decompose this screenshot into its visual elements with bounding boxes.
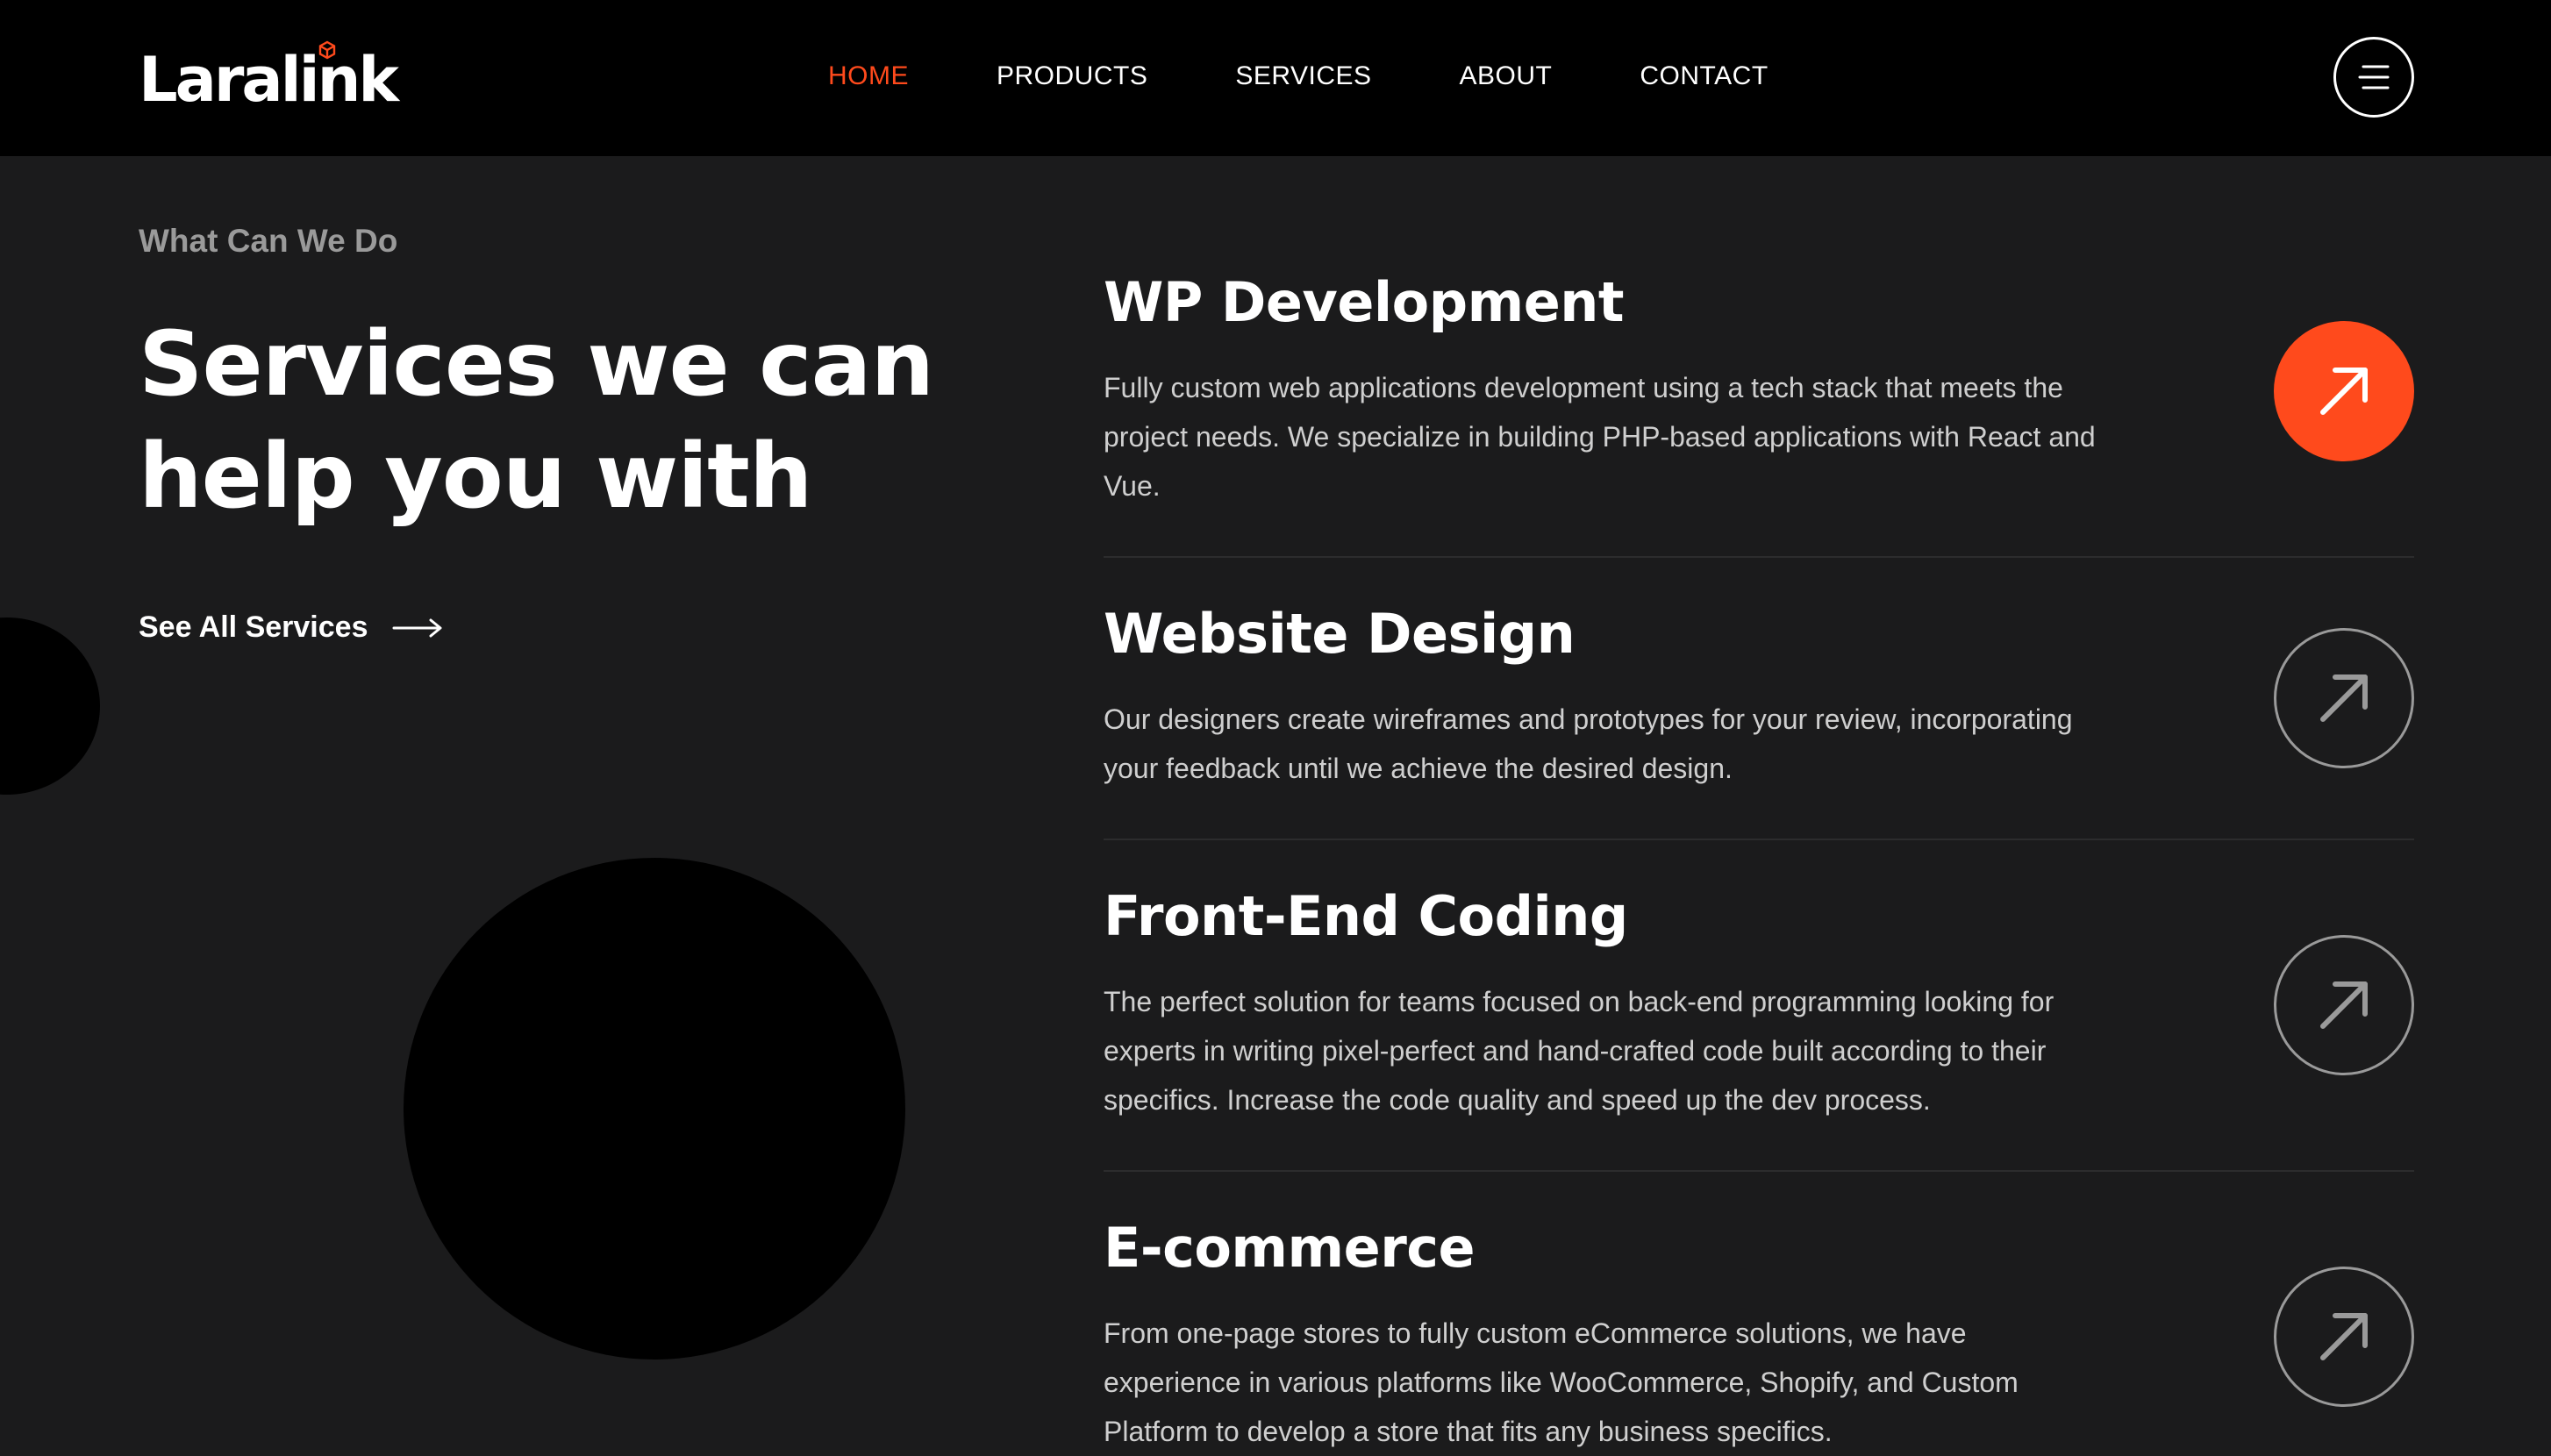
service-title: Website Design [1104,602,1576,666]
arrow-up-right-icon [2320,368,2368,415]
service-description: From one-page stores to fully custom eCo… [1104,1317,2019,1447]
arrow-up-right-icon [2320,1313,2368,1360]
nav-item-services[interactable]: SERVICES [1235,61,1371,91]
logo[interactable]: Laralink [139,40,399,119]
logo-text: Laralink [139,44,399,116]
see-all-services-link[interactable]: See All Services [139,610,443,645]
service-link-button[interactable] [2274,628,2414,768]
site-header: Laralink HOME PRODUCTS SERVICES ABOUT CO… [0,0,2551,156]
nav-item-home[interactable]: HOME [828,61,909,91]
logo-cube-icon [318,40,336,60]
service-item-e-commerce: E-commerce From one-page stores to fully… [1104,1221,2414,1456]
main-nav: HOME PRODUCTS SERVICES ABOUT CONTACT [828,54,1769,98]
long-arrow-right-icon [392,618,442,637]
service-link-button[interactable] [2274,935,2414,1075]
section-eyebrow: What Can We Do [139,223,398,259]
service-description: Fully custom web applications developmen… [1104,372,2096,502]
service-description: The perfect solution for teams focused o… [1104,986,2054,1116]
service-title: Front-End Coding [1104,884,1628,948]
service-link-button[interactable] [2274,321,2414,461]
arrow-up-right-icon [2320,674,2368,722]
service-divider [1104,556,2414,558]
decorative-circle-small [0,617,100,795]
menu-button[interactable] [2333,37,2414,118]
service-item-front-end-coding: Front-End Coding The perfect solution fo… [1104,889,2414,1124]
hamburger-menu-icon [2358,65,2390,89]
nav-item-contact[interactable]: CONTACT [1640,61,1768,91]
nav-item-about[interactable]: ABOUT [1460,61,1553,91]
decorative-circle-large [404,858,905,1360]
see-all-services-label: See All Services [139,610,368,644]
service-description: Our designers create wireframes and prot… [1104,703,2073,784]
service-divider [1104,839,2414,840]
nav-item-products[interactable]: PRODUCTS [997,61,1147,91]
service-item-website-design: Website Design Our designers create wire… [1104,607,2414,793]
section-title: Services we can help you with [139,312,934,529]
service-title: E-commerce [1104,1216,1476,1280]
service-divider [1104,1170,2414,1172]
arrow-up-right-icon [2320,981,2368,1029]
service-title: WP Development [1104,270,1625,334]
service-link-button[interactable] [2274,1267,2414,1407]
service-item-wp-development: WP Development Fully custom web applicat… [1104,275,2414,510]
